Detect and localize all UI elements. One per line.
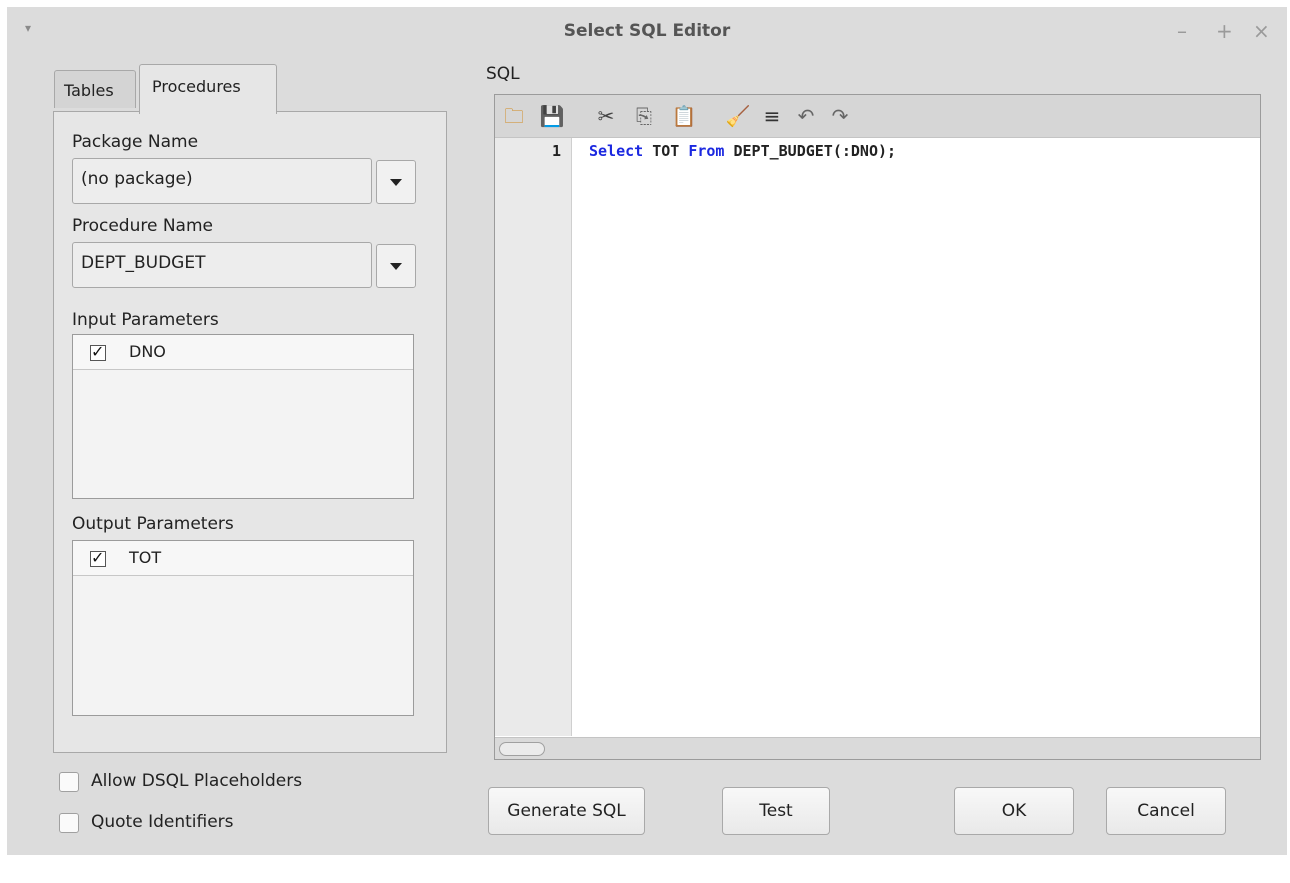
tab-tables-label: Tables [64, 81, 114, 100]
redo-icon[interactable]: ↷ [827, 103, 853, 129]
sql-editor[interactable]: 🗀 💾 ✂ ⎘ 📋 🧹 ≡ ↶ ↷ 1 Select TOT From DEPT… [494, 94, 1261, 760]
procedures-panel: Package Name (no package) Procedure Name… [53, 111, 447, 753]
allow-dsql-checkbox[interactable] [59, 772, 79, 792]
cut-icon[interactable]: ✂ [593, 103, 619, 129]
input-parameters-label: Input Parameters [72, 310, 219, 330]
clear-icon[interactable]: 🧹 [725, 103, 751, 129]
package-name-combo[interactable]: (no package) [72, 158, 372, 204]
param-checkbox[interactable] [90, 548, 106, 567]
procedure-name-value: DEPT_BUDGET [81, 253, 206, 273]
select-sql-editor-window: ▾ Select SQL Editor – + × Tables Procedu… [7, 7, 1287, 855]
title-bar: ▾ Select SQL Editor – + × [7, 7, 1287, 55]
horizontal-scrollbar[interactable] [495, 737, 1260, 759]
sql-label: SQL [486, 64, 520, 84]
package-name-label: Package Name [72, 132, 199, 152]
package-dropdown-button[interactable] [376, 160, 416, 204]
input-parameters-list: DNO [72, 334, 414, 499]
sql-keyword: Select [589, 142, 644, 160]
sql-code-line[interactable]: Select TOT From DEPT_BUDGET(:DNO); [589, 142, 896, 160]
procedure-name-label: Procedure Name [72, 216, 213, 236]
sql-text: DEPT_BUDGET(:DNO); [724, 142, 897, 160]
copy-icon[interactable]: ⎘ [631, 103, 657, 129]
undo-icon[interactable]: ↶ [793, 103, 819, 129]
minimize-button[interactable]: – [1177, 19, 1187, 43]
tab-tables[interactable]: Tables [54, 70, 136, 108]
allow-dsql-label: Allow DSQL Placeholders [91, 771, 303, 791]
ok-button[interactable]: OK [954, 787, 1074, 835]
param-name: TOT [129, 548, 162, 567]
tab-procedures[interactable]: Procedures [139, 64, 277, 114]
line-number-gutter: 1 [495, 138, 572, 736]
format-icon[interactable]: ≡ [759, 103, 785, 129]
procedure-dropdown-button[interactable] [376, 244, 416, 288]
close-button[interactable]: × [1253, 19, 1270, 43]
param-checkbox[interactable] [90, 342, 106, 361]
tab-procedures-label: Procedures [152, 77, 241, 96]
param-name: DNO [129, 342, 166, 361]
quote-identifiers-label: Quote Identifiers [91, 812, 234, 832]
line-number: 1 [551, 142, 561, 160]
list-item[interactable]: DNO [73, 335, 413, 370]
package-name-value: (no package) [81, 169, 193, 189]
output-parameters-list: TOT [72, 540, 414, 716]
generate-sql-button[interactable]: Generate SQL [488, 787, 645, 835]
save-file-icon[interactable]: 💾 [539, 103, 565, 129]
output-parameters-label: Output Parameters [72, 514, 234, 534]
sql-text: TOT [643, 142, 689, 160]
cancel-button[interactable]: Cancel [1106, 787, 1226, 835]
test-button[interactable]: Test [722, 787, 830, 835]
maximize-button[interactable]: + [1216, 19, 1233, 43]
procedure-name-combo[interactable]: DEPT_BUDGET [72, 242, 372, 288]
sql-keyword: From [688, 142, 725, 160]
scrollbar-thumb[interactable] [499, 742, 545, 756]
window-title: Select SQL Editor [563, 21, 731, 41]
open-file-icon[interactable]: 🗀 [501, 103, 527, 129]
editor-toolbar: 🗀 💾 ✂ ⎘ 📋 🧹 ≡ ↶ ↷ [495, 95, 1260, 138]
list-item[interactable]: TOT [73, 541, 413, 576]
paste-icon[interactable]: 📋 [671, 103, 697, 129]
quote-identifiers-checkbox[interactable] [59, 813, 79, 833]
